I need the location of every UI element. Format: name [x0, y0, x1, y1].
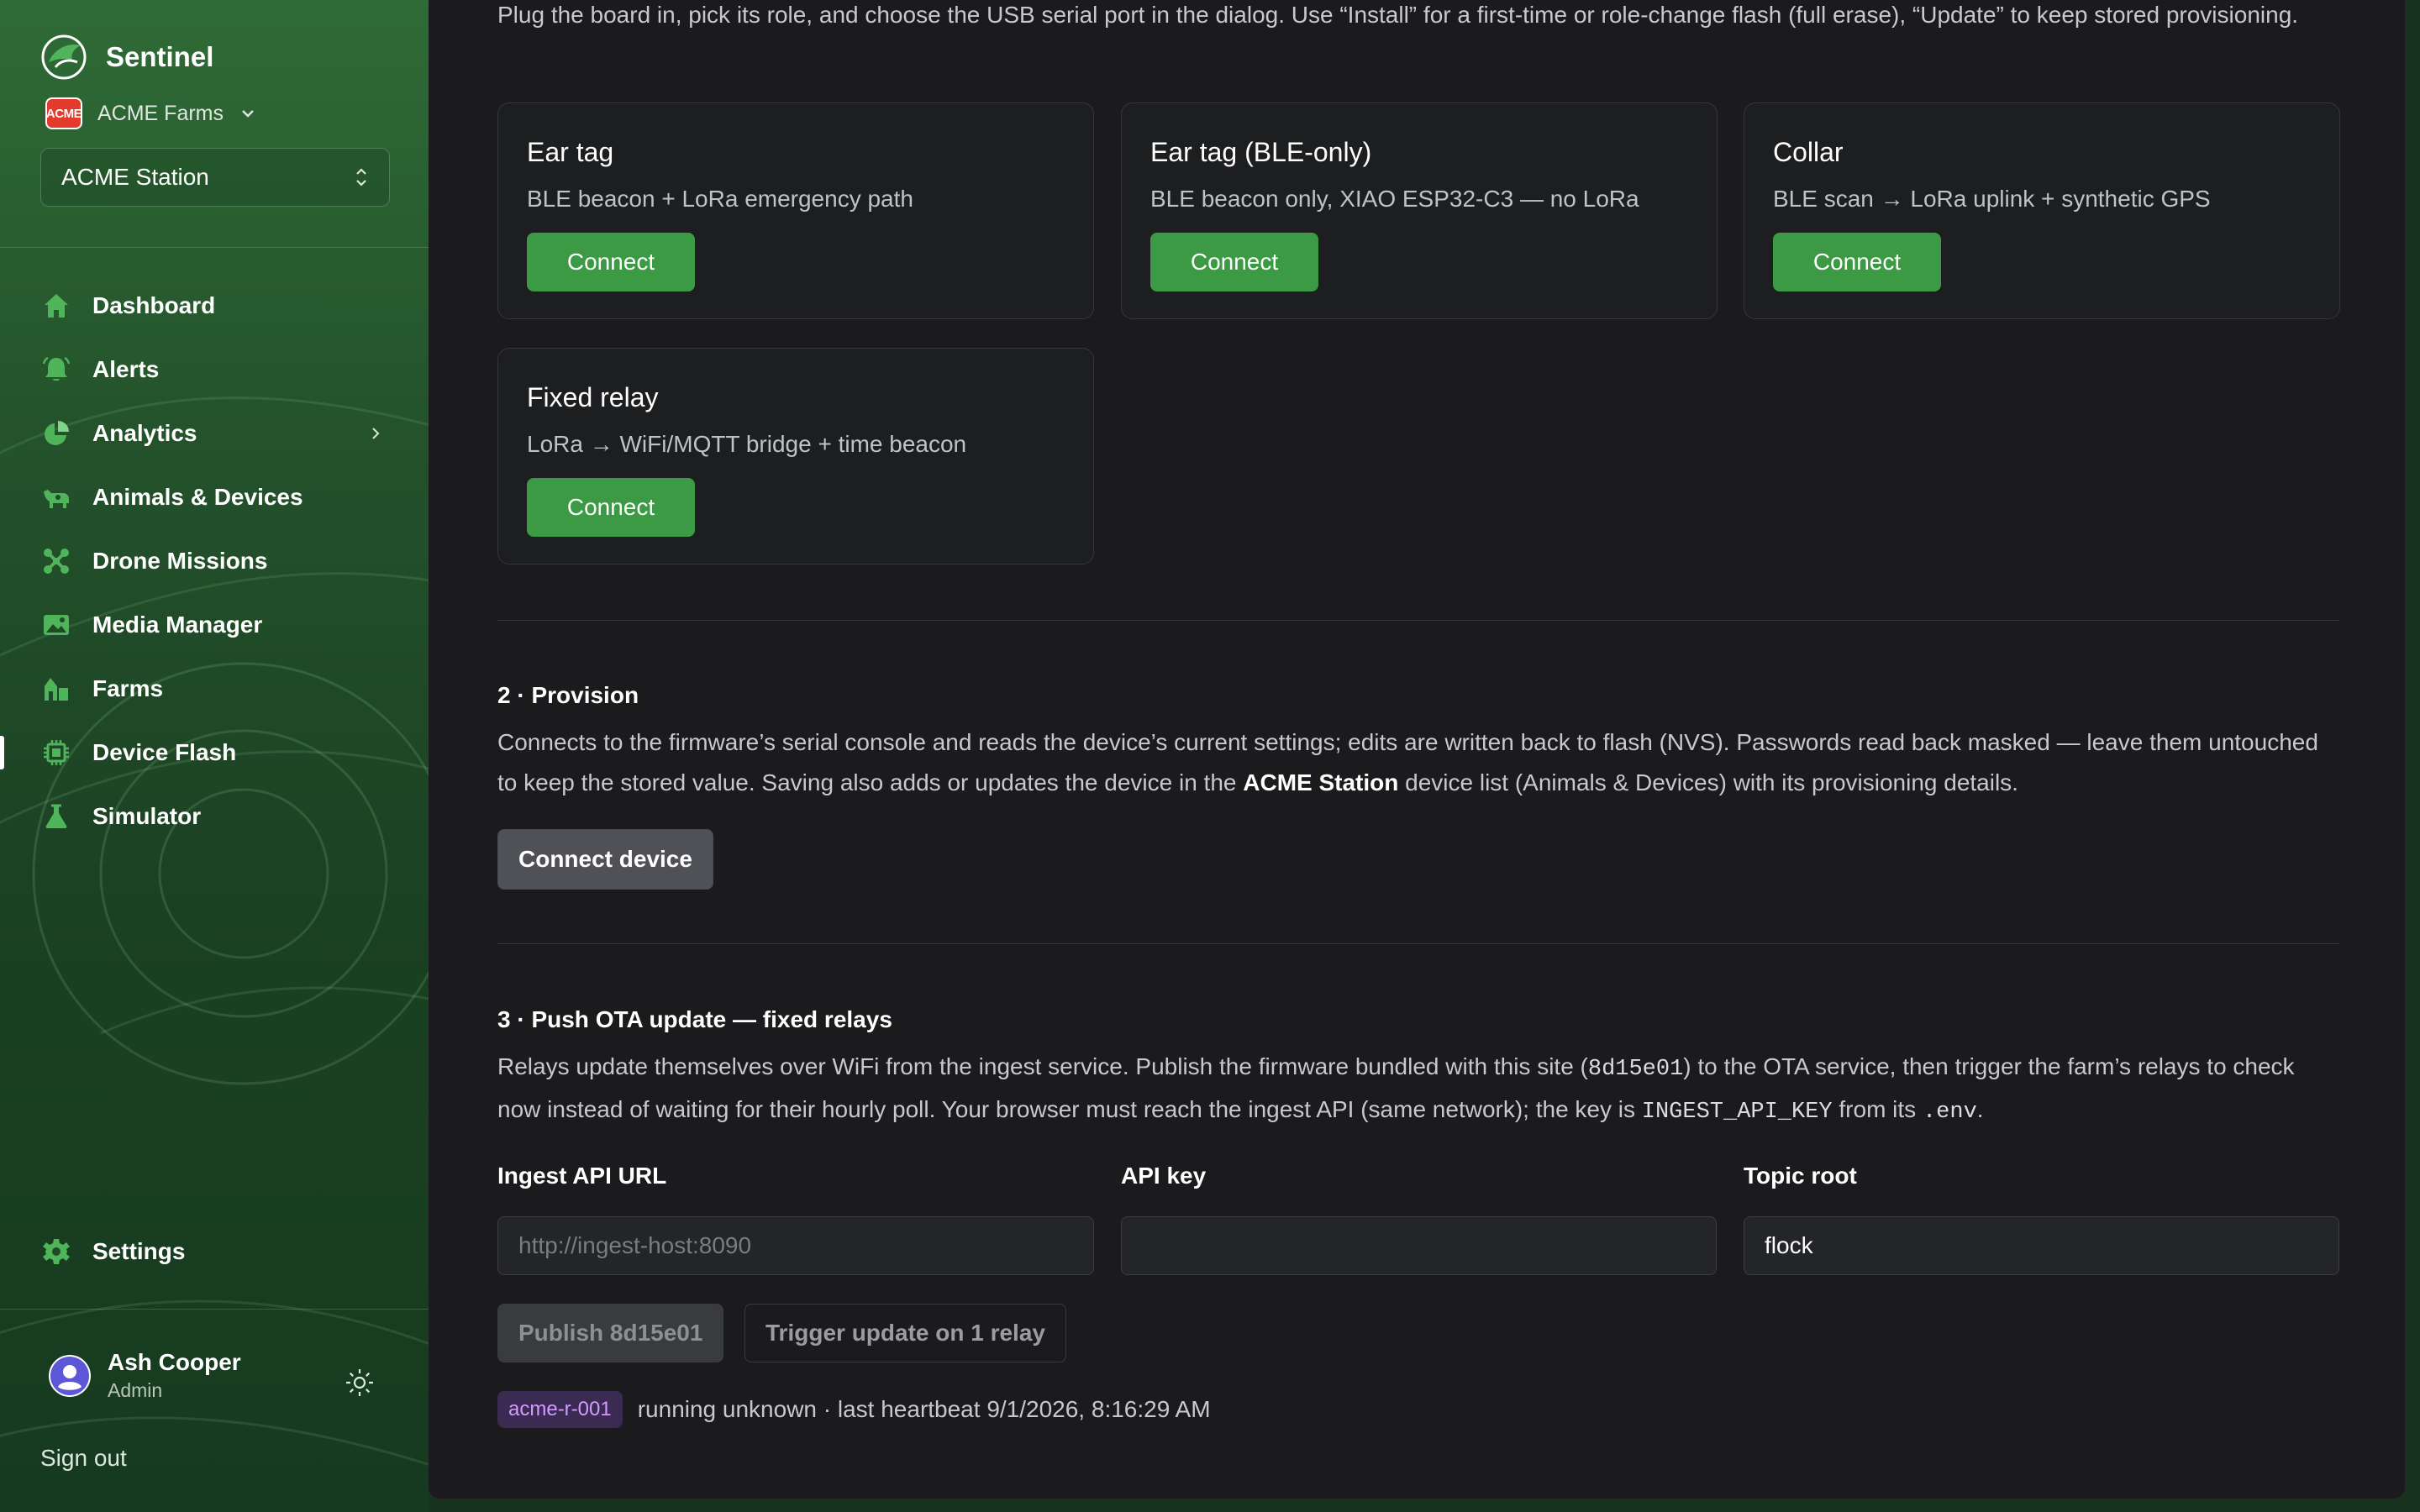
- trigger-update-button[interactable]: Trigger update on 1 relay: [744, 1304, 1066, 1362]
- brand-name: Sentinel: [106, 41, 214, 72]
- ota-title: 3 · Push OTA update — fixed relays: [497, 1006, 892, 1032]
- barn-icon: [40, 673, 72, 705]
- sidebar-item-label: Drone Missions: [92, 548, 268, 574]
- sidebar-item-label: Device Flash: [92, 739, 237, 765]
- ota-description: Relays update themselves over WiFi from …: [497, 1047, 2339, 1132]
- api-key-input[interactable]: [1121, 1216, 1717, 1275]
- sidebar-item-alerts[interactable]: Alerts: [0, 338, 429, 402]
- user-role: Admin: [108, 1379, 163, 1401]
- sidebar-settings: Settings: [0, 1220, 429, 1284]
- provision-title: 2 · Provision: [497, 682, 639, 708]
- user-profile[interactable]: Ash Cooper Admin: [49, 1349, 241, 1402]
- sidebar-item-simulator[interactable]: Simulator: [0, 785, 429, 848]
- ota-desc-text: .: [1976, 1096, 1984, 1122]
- sun-icon[interactable]: [343, 1366, 376, 1399]
- sidebar-item-settings[interactable]: Settings: [0, 1220, 429, 1284]
- connect-button[interactable]: Connect: [527, 478, 695, 537]
- ota-desc-text: Relays update themselves over WiFi from …: [497, 1053, 1588, 1079]
- ota-desc-code: INGEST_API_KEY: [1641, 1100, 1833, 1125]
- chip-icon: [40, 737, 72, 769]
- role-card-collar: Collar BLE scan → LoRa uplink + syntheti…: [1744, 102, 2340, 319]
- flash-intro-text: Plug the board in, pick its role, and ch…: [497, 2, 2299, 28]
- sidebar-nav: Dashboard Alerts Analytics Animals & Dev…: [0, 274, 429, 848]
- card-title: Collar: [1773, 137, 1844, 167]
- sidebar-item-label: Media Manager: [92, 612, 263, 638]
- connect-button[interactable]: Connect: [1773, 233, 1941, 291]
- flask-icon: [40, 801, 72, 832]
- bell-icon: [40, 354, 72, 386]
- sidebar-item-device-flash[interactable]: Device Flash: [0, 721, 429, 785]
- connect-button[interactable]: Connect: [1150, 233, 1318, 291]
- sidebar-divider: [0, 247, 429, 248]
- card-description: LoRa → WiFi/MQTT bridge + time beacon: [527, 431, 967, 457]
- user-avatar-icon: [50, 1356, 89, 1395]
- relay-id-badge: acme-r-001: [497, 1391, 623, 1428]
- sidebar-item-label: Alerts: [92, 356, 160, 382]
- role-card-fixed-relay: Fixed relay LoRa → WiFi/MQTT bridge + ti…: [497, 348, 1094, 564]
- sidebar-item-label: Analytics: [92, 420, 197, 446]
- station-select[interactable]: ACME Station: [40, 148, 390, 207]
- home-icon: [40, 290, 72, 322]
- role-card-ear-tag-ble-only: Ear tag (BLE-only) BLE beacon only, XIAO…: [1121, 102, 1718, 319]
- pie-chart-icon: [40, 417, 72, 449]
- connect-device-button[interactable]: Connect device: [497, 829, 713, 890]
- card-description: BLE scan → LoRa uplink + synthetic GPS: [1773, 186, 2211, 212]
- section-divider: [497, 620, 2339, 621]
- sidebar-item-label: Farms: [92, 675, 164, 701]
- relay-status-text: running unknown · last heartbeat 9/1/202…: [637, 1396, 1211, 1422]
- chevron-updown-icon: [356, 168, 366, 186]
- org-switcher[interactable]: ACME ACME Farms: [45, 97, 257, 129]
- provision-desc-text: device list (Animals & Devices) with its…: [1398, 769, 2018, 795]
- sidebar-item-label: Simulator: [92, 803, 202, 829]
- ingest-url-label: Ingest API URL: [497, 1163, 667, 1189]
- cow-icon: [40, 481, 72, 513]
- sidebar-item-dashboard[interactable]: Dashboard: [0, 274, 429, 338]
- sidebar-item-label: Dashboard: [92, 292, 216, 318]
- role-card-ear-tag: Ear tag BLE beacon + LoRa emergency path…: [497, 102, 1094, 319]
- section-divider: [497, 943, 2339, 944]
- ota-desc-code: 8d15e01: [1587, 1057, 1684, 1082]
- chevron-right-icon: [372, 428, 380, 439]
- card-title: Ear tag (BLE-only): [1150, 137, 1372, 167]
- provision-description: Connects to the firmware’s serial consol…: [497, 722, 2339, 803]
- sign-out-link[interactable]: Sign out: [40, 1445, 127, 1472]
- user-name: Ash Cooper: [108, 1349, 241, 1375]
- sidebar-item-animals-devices[interactable]: Animals & Devices: [0, 465, 429, 529]
- card-title: Fixed relay: [527, 382, 659, 412]
- gear-icon: [40, 1236, 72, 1268]
- ota-desc-code: .env: [1922, 1100, 1977, 1125]
- topic-root-label: Topic root: [1744, 1163, 1857, 1189]
- sidebar-item-analytics[interactable]: Analytics: [0, 402, 429, 465]
- station-select-value: ACME Station: [61, 164, 209, 190]
- relay-status-row: acme-r-001 running unknown · last heartb…: [497, 1391, 1211, 1428]
- publish-firmware-button[interactable]: Publish 8d15e01: [497, 1304, 724, 1362]
- provision-desc-station: ACME Station: [1243, 769, 1399, 795]
- ingest-url-input[interactable]: [497, 1216, 1094, 1275]
- chevron-down-icon: [242, 110, 254, 118]
- card-description: BLE beacon only, XIAO ESP32-C3 — no LoRa: [1150, 186, 1639, 212]
- sidebar-item-farms[interactable]: Farms: [0, 657, 429, 721]
- card-title: Ear tag: [527, 137, 614, 167]
- card-description: BLE beacon + LoRa emergency path: [527, 186, 913, 212]
- sidebar: Sentinel ACME ACME Farms ACME Station Da…: [0, 0, 429, 1512]
- drone-icon: [40, 545, 72, 577]
- sidebar-item-drone-missions[interactable]: Drone Missions: [0, 529, 429, 593]
- sidebar-item-label: Animals & Devices: [92, 484, 303, 510]
- api-key-label: API key: [1121, 1163, 1207, 1189]
- main-content: Plug the board in, pick its role, and ch…: [429, 0, 2406, 1499]
- avatar: [49, 1354, 91, 1397]
- sidebar-divider: [0, 1309, 429, 1310]
- sentinel-logo-icon: [41, 34, 87, 80]
- sidebar-item-media-manager[interactable]: Media Manager: [0, 593, 429, 657]
- ota-desc-text: from its: [1832, 1096, 1923, 1122]
- brand[interactable]: Sentinel: [40, 34, 213, 81]
- org-name: ACME Farms: [97, 101, 224, 125]
- image-icon: [40, 609, 72, 641]
- acme-logo: ACME: [45, 97, 82, 129]
- topic-root-input[interactable]: [1744, 1216, 2339, 1275]
- sidebar-item-label: Settings: [92, 1238, 186, 1264]
- connect-button[interactable]: Connect: [527, 233, 695, 291]
